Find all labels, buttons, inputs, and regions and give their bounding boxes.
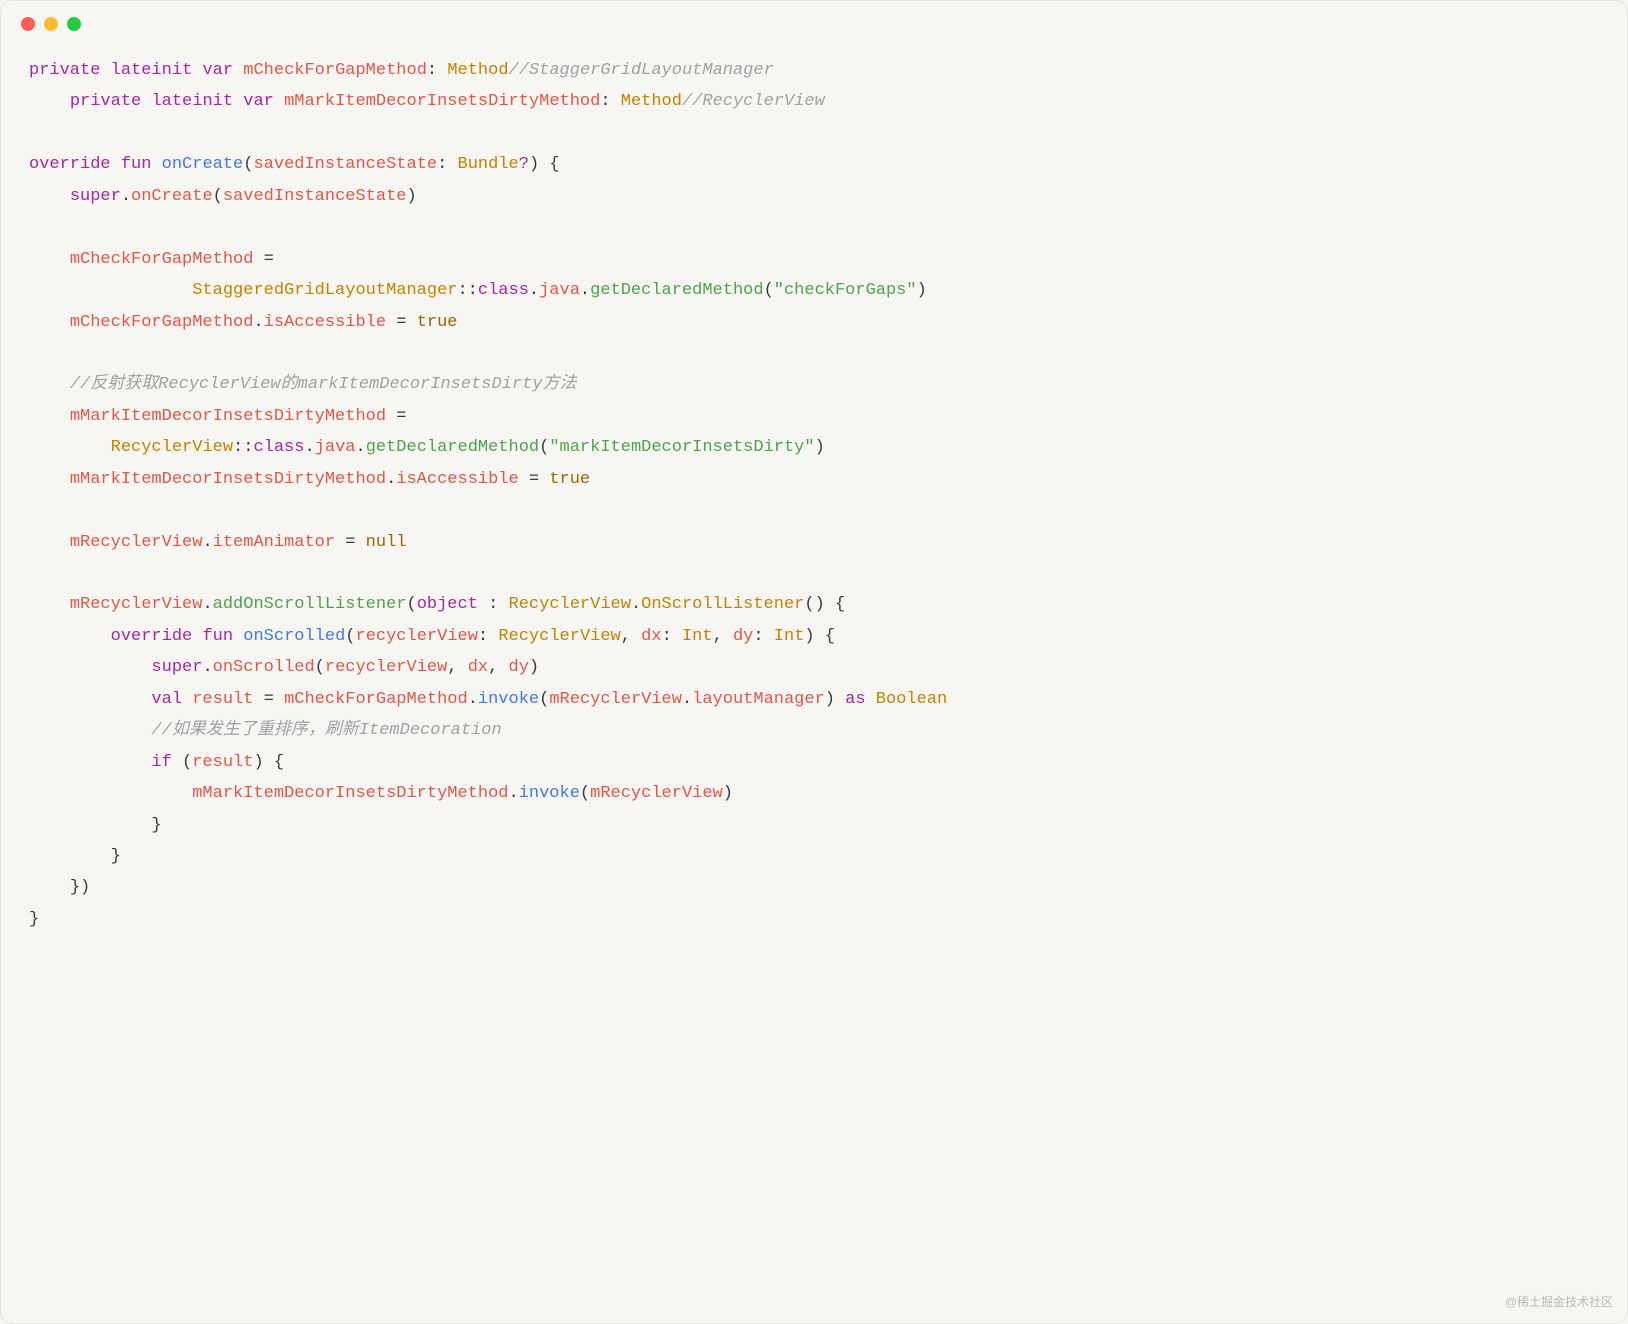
code-line: mMarkItemDecorInsetsDirtyMethod.invoke(m…: [29, 784, 733, 803]
code-line: override fun onScrolled(recyclerView: Re…: [29, 627, 835, 646]
code-line: super.onCreate(savedInstanceState): [29, 187, 417, 206]
code-line: }): [29, 878, 90, 897]
maximize-icon[interactable]: [67, 17, 81, 31]
code-line: RecyclerView::class.java.getDeclaredMeth…: [29, 438, 825, 457]
code-line: super.onScrolled(recyclerView, dx, dy): [29, 658, 539, 677]
watermark: @稀土掘金技术社区: [1505, 1291, 1613, 1313]
code-line: mMarkItemDecorInsetsDirtyMethod =: [29, 407, 406, 426]
code-line: StaggeredGridLayoutManager::class.java.g…: [29, 281, 927, 300]
code-line: //如果发生了重排序，刷新ItemDecoration: [29, 721, 502, 740]
code-line: mMarkItemDecorInsetsDirtyMethod.isAccess…: [29, 470, 590, 489]
code-line: }: [29, 910, 39, 929]
code-line: private lateinit var mCheckForGapMethod:…: [29, 61, 774, 80]
code-line: }: [29, 847, 121, 866]
code-line: val result = mCheckForGapMethod.invoke(m…: [29, 690, 947, 709]
code-line: private lateinit var mMarkItemDecorInset…: [29, 92, 825, 111]
code-line: mCheckForGapMethod.isAccessible = true: [29, 313, 458, 332]
minimize-icon[interactable]: [44, 17, 58, 31]
window-titlebar: [1, 1, 1627, 39]
code-line: override fun onCreate(savedInstanceState…: [29, 155, 560, 174]
code-line: mRecyclerView.itemAnimator = null: [29, 533, 406, 552]
code-block: private lateinit var mCheckForGapMethod:…: [1, 39, 1627, 963]
code-line: }: [29, 816, 162, 835]
code-window: private lateinit var mCheckForGapMethod:…: [0, 0, 1628, 1324]
code-line: mCheckForGapMethod =: [29, 250, 274, 269]
code-line: mRecyclerView.addOnScrollListener(object…: [29, 595, 845, 614]
close-icon[interactable]: [21, 17, 35, 31]
code-line: if (result) {: [29, 753, 284, 772]
code-line: //反射获取RecyclerView的markItemDecorInsetsDi…: [29, 375, 576, 394]
